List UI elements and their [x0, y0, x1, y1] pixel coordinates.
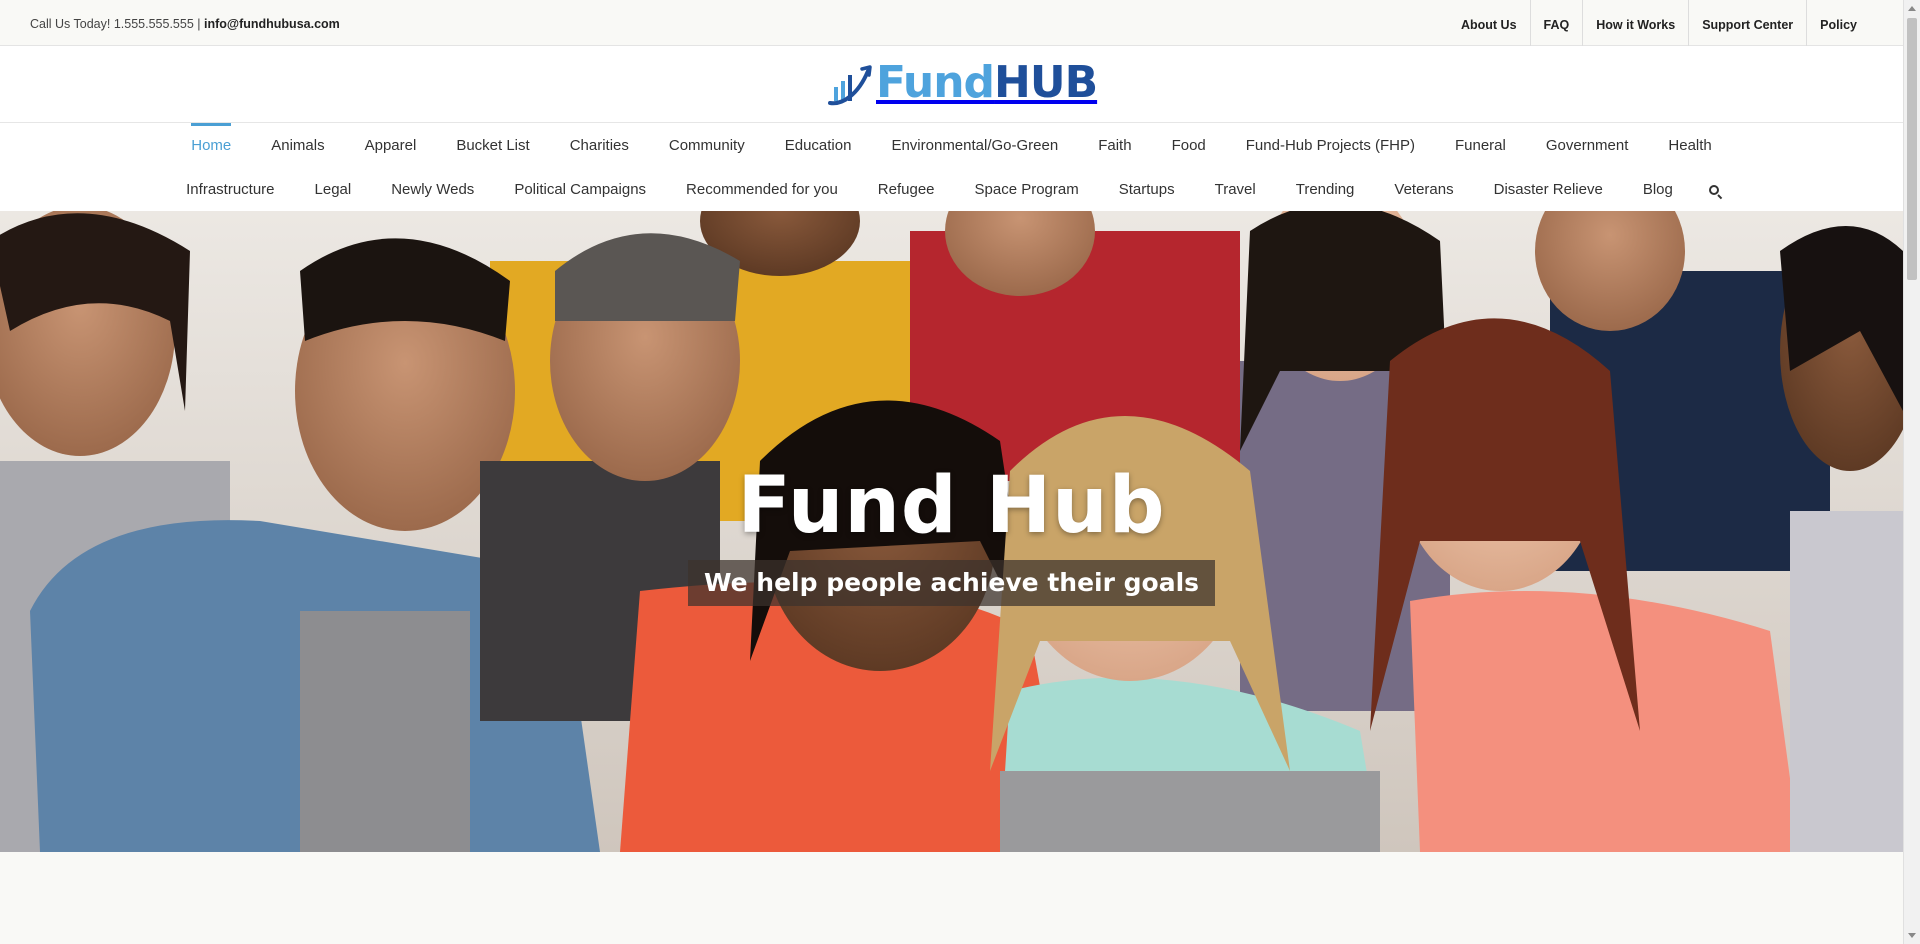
contact-info: Call Us Today! 1.555.555.555 | info@fund… [30, 17, 340, 31]
nav-item-community[interactable]: Community [649, 123, 765, 167]
logo-hub-text: HUB [994, 57, 1098, 108]
scroll-up-arrow-icon[interactable] [1908, 6, 1916, 11]
search-icon [1708, 185, 1719, 195]
site-logo[interactable]: FundHUB [828, 56, 1098, 110]
nav-item-disaster-relieve[interactable]: Disaster Relieve [1474, 167, 1623, 211]
util-link-about-us[interactable]: About Us [1448, 0, 1530, 46]
nav-item-environmental[interactable]: Environmental/Go-Green [871, 123, 1078, 167]
category-nav-row-1: Home Animals Apparel Bucket List Chariti… [0, 123, 1903, 167]
nav-item-health[interactable]: Health [1648, 123, 1731, 167]
logo-header: FundHUB [0, 46, 1903, 123]
nav-item-trending[interactable]: Trending [1276, 167, 1375, 211]
utility-nav: About Us FAQ How it Works Support Center… [1448, 0, 1870, 46]
nav-item-blog[interactable]: Blog [1623, 167, 1693, 211]
category-nav-row-2: Infrastructure Legal Newly Weds Politica… [0, 167, 1903, 211]
util-link-faq[interactable]: FAQ [1529, 0, 1583, 46]
nav-item-refugee[interactable]: Refugee [858, 167, 955, 211]
util-link-policy[interactable]: Policy [1806, 0, 1870, 46]
util-link-support-center[interactable]: Support Center [1688, 0, 1806, 46]
nav-item-fund-hub-projects[interactable]: Fund-Hub Projects (FHP) [1226, 123, 1435, 167]
nav-item-education[interactable]: Education [765, 123, 872, 167]
nav-item-infrastructure[interactable]: Infrastructure [166, 167, 294, 211]
logo-fund-text: Fund [876, 57, 995, 108]
top-utility-bar: Call Us Today! 1.555.555.555 | info@fund… [0, 0, 1903, 46]
nav-item-funeral[interactable]: Funeral [1435, 123, 1526, 167]
nav-item-food[interactable]: Food [1152, 123, 1226, 167]
scroll-thumb[interactable] [1907, 18, 1917, 280]
nav-item-newly-weds[interactable]: Newly Weds [371, 167, 494, 211]
nav-item-apparel[interactable]: Apparel [345, 123, 437, 167]
content-area [0, 852, 1903, 944]
search-icon-handle [1717, 194, 1723, 200]
nav-item-travel[interactable]: Travel [1195, 167, 1276, 211]
category-nav: Home Animals Apparel Bucket List Chariti… [0, 123, 1903, 211]
hero-subtitle-wrap: We help people achieve their goals [0, 560, 1903, 606]
nav-item-space-program[interactable]: Space Program [955, 167, 1099, 211]
nav-item-animals[interactable]: Animals [251, 123, 344, 167]
page-scrollbar[interactable] [1903, 0, 1920, 944]
hero-title: Fund Hub [737, 461, 1166, 551]
nav-item-veterans[interactable]: Veterans [1374, 167, 1473, 211]
logo-wordmark: FundHUB [876, 61, 1098, 105]
email-link[interactable]: info@fundhubusa.com [204, 17, 340, 31]
nav-item-government[interactable]: Government [1526, 123, 1649, 167]
phone-text: Call Us Today! 1.555.555.555 | [30, 17, 201, 31]
nav-item-legal[interactable]: Legal [295, 167, 372, 211]
scroll-down-arrow-icon[interactable] [1908, 933, 1916, 938]
nav-item-charities[interactable]: Charities [550, 123, 649, 167]
nav-item-bucket-list[interactable]: Bucket List [436, 123, 549, 167]
nav-item-startups[interactable]: Startups [1099, 167, 1195, 211]
nav-item-recommended[interactable]: Recommended for you [666, 167, 858, 211]
hero-banner: Fund Hub We help people achieve their go… [0, 211, 1903, 852]
logo-swoosh-icon [828, 65, 872, 106]
search-button[interactable] [1693, 167, 1737, 211]
util-link-how-it-works[interactable]: How it Works [1582, 0, 1688, 46]
nav-item-faith[interactable]: Faith [1078, 123, 1151, 167]
nav-item-political-campaigns[interactable]: Political Campaigns [494, 167, 666, 211]
nav-item-home[interactable]: Home [171, 123, 251, 167]
hero-subtitle: We help people achieve their goals [687, 560, 1216, 606]
